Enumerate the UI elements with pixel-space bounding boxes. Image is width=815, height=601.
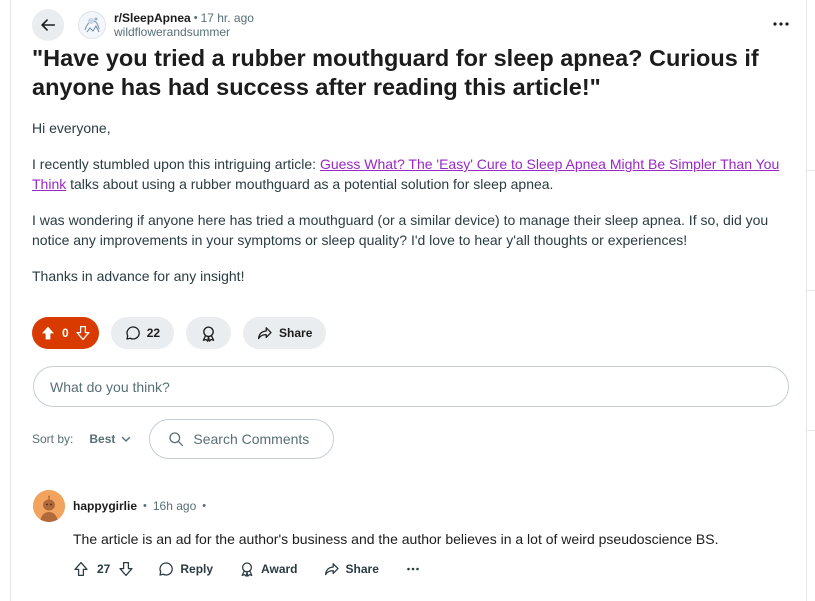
upvote-icon: [74, 561, 88, 577]
comment-time: 16h ago: [152, 499, 197, 513]
comment-action-bar: 27 Reply Award Share: [73, 557, 419, 581]
post-meta: r/SleepApnea • 17 hr. ago wildflowerands…: [114, 11, 254, 39]
award-icon: [241, 562, 253, 577]
post-header: r/SleepApnea • 17 hr. ago wildflowerands…: [32, 8, 254, 42]
post-paragraph-1-lead: I recently stumbled upon this intriguing…: [32, 156, 320, 172]
comment-text: The article is an ad for the author's bu…: [73, 531, 719, 547]
post-action-bar: 0 22 Share: [32, 317, 327, 349]
downvote-icon: [119, 561, 133, 577]
separator-dot: •: [143, 500, 147, 512]
upvote-button[interactable]: [40, 325, 56, 341]
award-label: Award: [261, 562, 298, 576]
back-arrow-icon: [41, 19, 56, 31]
comments-button[interactable]: 22: [110, 317, 175, 349]
subreddit-avatar[interactable]: [78, 11, 106, 39]
share-icon: [258, 327, 272, 340]
comment-username[interactable]: happygirlie: [73, 499, 137, 513]
comment-more-button[interactable]: [407, 567, 419, 571]
sort-label: Sort by:: [32, 432, 74, 446]
reply-label: Reply: [180, 562, 214, 576]
search-comments-placeholder: Search Comments: [193, 431, 310, 447]
post-paragraph-3: Thanks in advance for any insight!: [32, 268, 245, 284]
post-paragraph-2: I was wondering if anyone here has tried…: [32, 212, 769, 248]
post-author[interactable]: wildflowerandsummer: [114, 25, 254, 39]
post-title: "Have you tried a rubber mouthguard for …: [32, 45, 759, 100]
page-divider-left: [10, 0, 11, 601]
subreddit-avatar-icon: [79, 12, 105, 38]
sort-dropdown[interactable]: Best: [89, 432, 131, 446]
subreddit-name[interactable]: r/SleepApnea: [114, 11, 191, 25]
search-icon: [169, 432, 184, 447]
share-icon: [324, 563, 339, 576]
post-paragraph-1-tail: talks about using a rubber mouthguard as…: [66, 176, 554, 192]
comment-input[interactable]: [34, 367, 788, 406]
vote-count: 0: [62, 326, 69, 340]
comment-award-button[interactable]: Award: [239, 561, 298, 577]
separator-dot: •: [202, 500, 207, 512]
comment-vote-count: 27: [97, 562, 111, 576]
downvote-button[interactable]: [75, 325, 91, 341]
user-avatar-icon: [33, 490, 65, 522]
avatar[interactable]: [33, 490, 65, 522]
post-body: Hi everyone, I recently stumbled upon th…: [32, 118, 792, 300]
post-greeting: Hi everyone,: [32, 120, 111, 136]
share-label: Share: [279, 326, 313, 340]
comment-sort-row: Sort by: Best Search Comments: [32, 419, 335, 459]
comment-header: happygirlie • 16h ago •: [73, 499, 212, 513]
comment-composer: [33, 366, 789, 407]
post-paragraph-1: I recently stumbled upon this intriguing…: [32, 154, 792, 194]
share-button[interactable]: Share: [243, 317, 327, 349]
right-sidebar-edge: [806, 0, 815, 601]
upvote-icon: [42, 326, 54, 340]
post-time: 17 hr. ago: [200, 11, 254, 25]
comment-upvote-button[interactable]: [73, 561, 89, 577]
more-icon: [773, 22, 789, 26]
sort-value: Best: [89, 432, 116, 446]
reply-icon: [159, 562, 174, 576]
comment-count: 22: [146, 326, 161, 340]
separator-dot: •: [193, 12, 198, 24]
reply-button[interactable]: Reply: [158, 561, 213, 577]
downvote-icon: [76, 325, 90, 341]
vote-control: 0: [32, 317, 99, 349]
search-comments-field[interactable]: Search Comments: [149, 419, 335, 459]
back-button[interactable]: [32, 9, 64, 41]
comment-downvote-button[interactable]: [118, 561, 134, 577]
comment-share-label: Share: [345, 562, 379, 576]
comment-icon: [126, 326, 140, 340]
chevron-down-icon: [122, 436, 131, 442]
more-icon: [407, 567, 419, 571]
comment-share-button[interactable]: Share: [324, 561, 379, 577]
award-button[interactable]: [186, 317, 232, 349]
post-more-button[interactable]: [770, 14, 792, 34]
award-icon: [202, 325, 215, 342]
